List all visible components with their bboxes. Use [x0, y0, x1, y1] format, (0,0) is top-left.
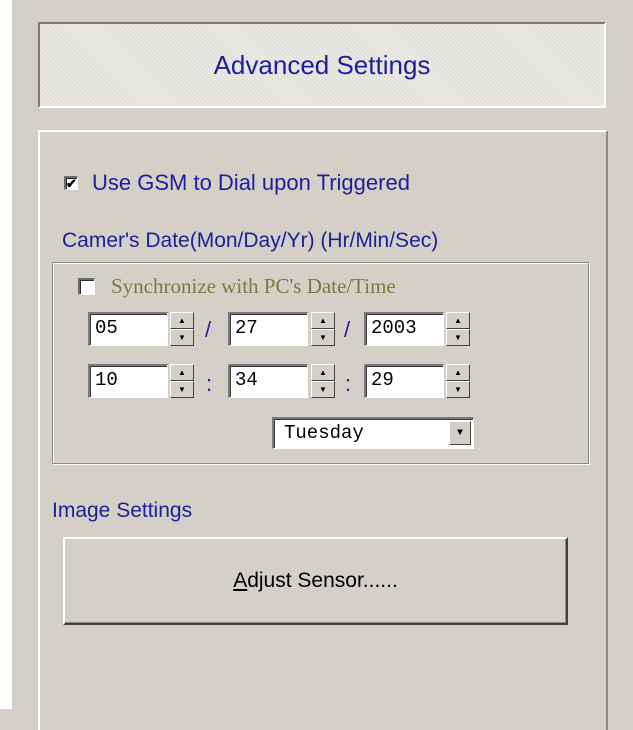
advanced-settings-header: Advanced Settings [38, 22, 606, 108]
hour-field[interactable]: 10 [88, 364, 168, 398]
minute-down-arrow-icon[interactable]: ▼ [311, 381, 335, 398]
month-down-arrow-icon[interactable]: ▼ [170, 329, 194, 346]
day-spinner[interactable]: ▲ ▼ [311, 312, 335, 346]
sync-checkbox-label[interactable]: Synchronize with PC's Date/Time [111, 274, 396, 299]
adjust-sensor-mnemonic: A [233, 569, 248, 592]
gsm-checkbox[interactable]: ✔ [64, 176, 78, 190]
month-field[interactable]: 05 [88, 312, 168, 346]
hour-spinner[interactable]: ▲ ▼ [170, 364, 194, 398]
year-field[interactable]: 2003 [364, 312, 444, 346]
hour-up-arrow-icon[interactable]: ▲ [170, 364, 194, 381]
second-field[interactable]: 29 [364, 364, 444, 398]
gsm-checkbox-label[interactable]: Use GSM to Dial upon Triggered [92, 170, 410, 196]
sync-checkbox[interactable] [78, 278, 95, 295]
date-separator: / [344, 317, 351, 342]
image-settings-heading: Image Settings [52, 499, 193, 522]
minute-up-arrow-icon[interactable]: ▲ [311, 364, 335, 381]
page-title: Advanced Settings [213, 49, 431, 80]
weekday-dropdown[interactable]: Tuesday ▼ [272, 417, 474, 449]
adjust-sensor-button[interactable]: Adjust Sensor...... [63, 537, 568, 625]
hour-down-arrow-icon[interactable]: ▼ [170, 381, 194, 398]
weekday-value: Tuesday [284, 422, 364, 444]
month-spinner[interactable]: ▲ ▼ [170, 312, 194, 346]
window-edge [0, 0, 12, 709]
camera-date-heading: Camer's Date(Mon/Day/Yr) (Hr/Min/Sec) [62, 229, 439, 252]
dropdown-arrow-icon[interactable]: ▼ [449, 421, 471, 445]
day-down-arrow-icon[interactable]: ▼ [311, 329, 335, 346]
year-up-arrow-icon[interactable]: ▲ [446, 312, 470, 329]
day-up-arrow-icon[interactable]: ▲ [311, 312, 335, 329]
second-up-arrow-icon[interactable]: ▲ [446, 364, 470, 381]
second-down-arrow-icon[interactable]: ▼ [446, 381, 470, 398]
day-field[interactable]: 27 [228, 312, 308, 346]
year-spinner[interactable]: ▲ ▼ [446, 312, 470, 346]
time-separator: : [345, 371, 352, 396]
gsm-dial-option[interactable]: ✔ Use GSM to Dial upon Triggered [64, 170, 410, 196]
sync-pc-time-option[interactable]: Synchronize with PC's Date/Time [78, 274, 396, 299]
minute-field[interactable]: 34 [228, 364, 308, 398]
time-separator: : [206, 371, 213, 396]
second-spinner[interactable]: ▲ ▼ [446, 364, 470, 398]
date-separator: / [205, 317, 212, 342]
month-up-arrow-icon[interactable]: ▲ [170, 312, 194, 329]
adjust-sensor-label: djust Sensor...... [247, 569, 398, 592]
year-down-arrow-icon[interactable]: ▼ [446, 329, 470, 346]
minute-spinner[interactable]: ▲ ▼ [311, 364, 335, 398]
